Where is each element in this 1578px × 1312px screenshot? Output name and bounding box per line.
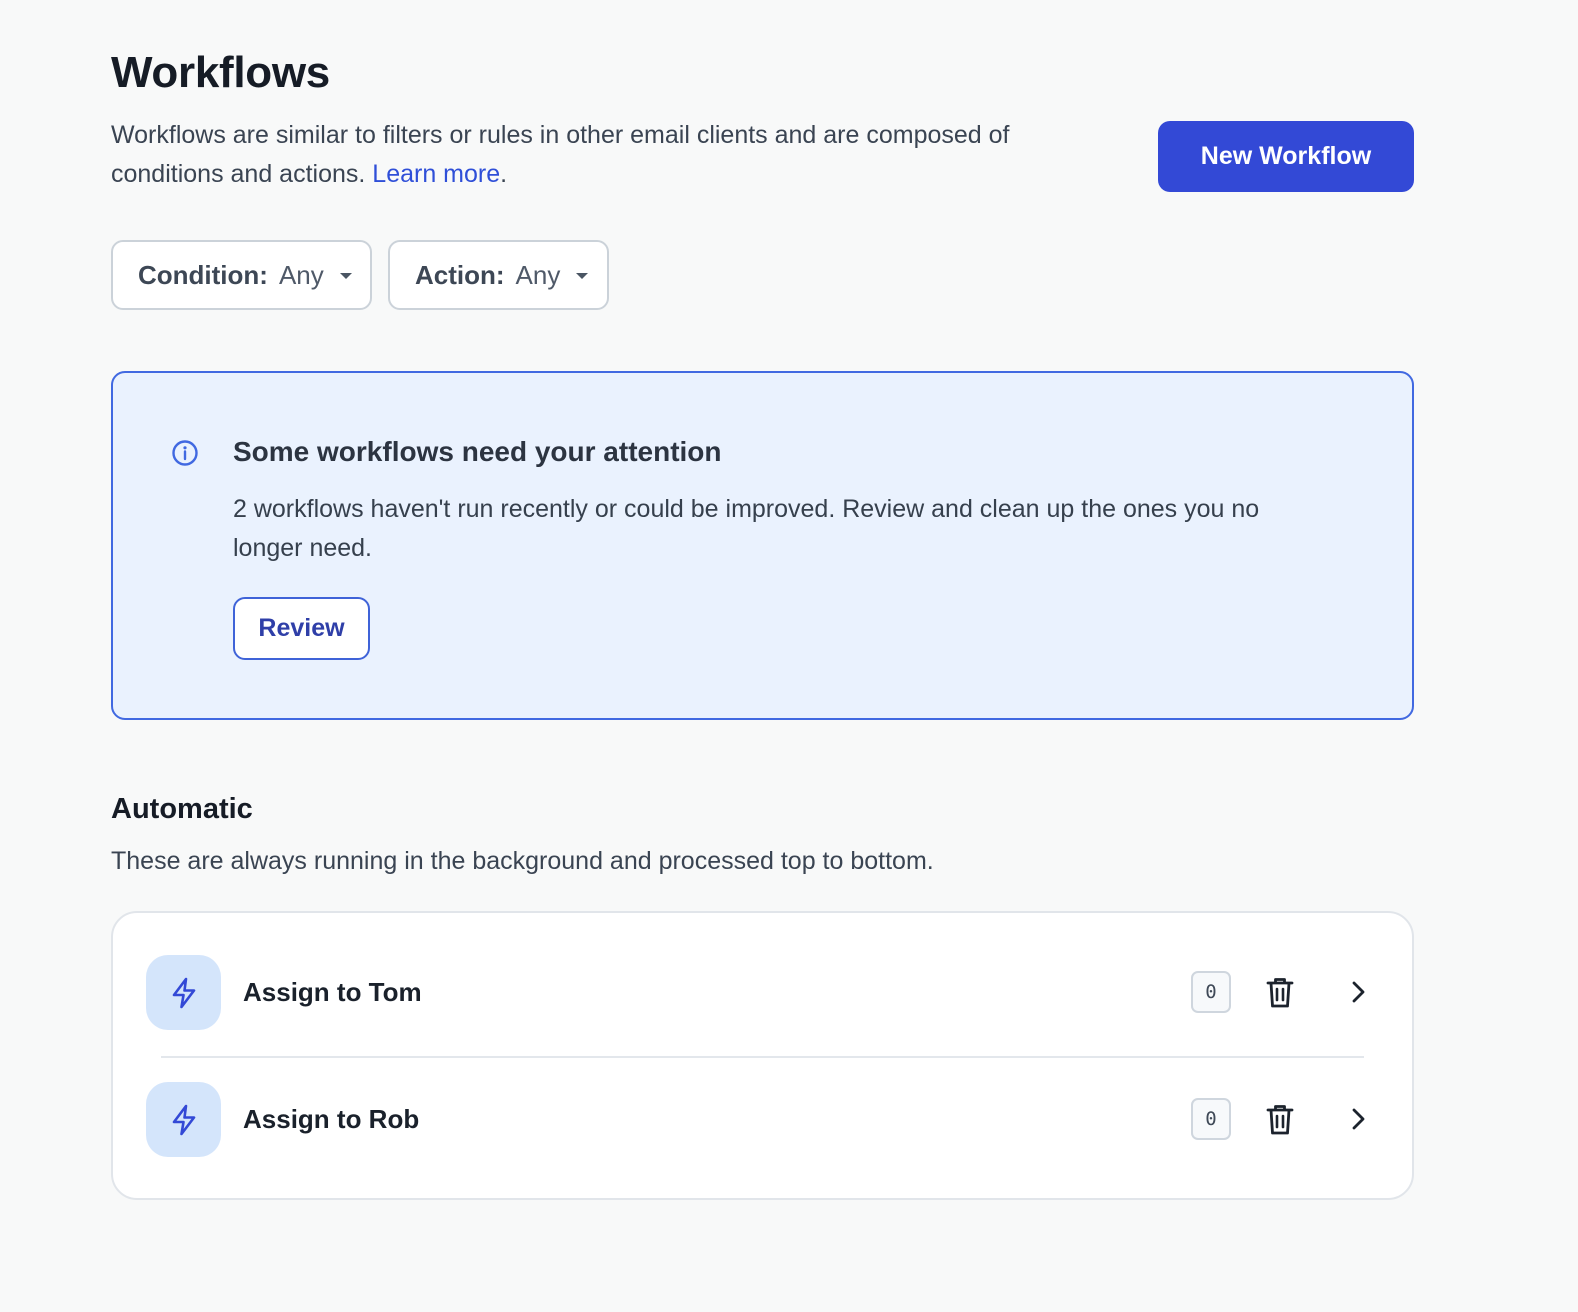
page-description-end: . [500,160,508,188]
chevron-right-icon[interactable] [1343,977,1373,1007]
lightning-bolt-icon [172,977,195,1008]
action-filter-dropdown[interactable]: Action: Any [388,240,609,310]
chevron-right-icon[interactable] [1343,1104,1373,1134]
workflow-list: Assign to Tom 0 Assign to Rob 0 [111,911,1414,1200]
condition-filter-value: Any [278,259,324,290]
page-description-text: Workflows are similar to filters or rule… [111,121,1010,188]
workflow-name: Assign to Rob [243,1104,420,1134]
automatic-section-title: Automatic [111,793,253,825]
alert-title: Some workflows need your attention [233,436,722,467]
learn-more-link[interactable]: Learn more [372,160,500,188]
attention-alert: Some workflows need your attention 2 wor… [111,371,1414,720]
new-workflow-button[interactable]: New Workflow [1158,121,1414,192]
workflow-count-badge: 0 [1191,1098,1231,1140]
condition-filter-label: Condition: [138,259,268,290]
workflow-count-badge: 0 [1191,971,1231,1013]
info-icon [172,440,198,466]
caret-down-icon [576,273,589,279]
action-filter-label: Action: [415,259,505,290]
page-description: Workflows are similar to filters or rule… [111,116,1101,194]
alert-body: 2 workflows haven't run recently or coul… [233,495,1260,562]
page-title: Workflows [111,48,330,97]
row-divider [161,1056,1364,1058]
workflow-icon-badge [146,955,221,1030]
review-button[interactable]: Review [233,597,370,660]
workflow-name: Assign to Tom [243,977,422,1007]
lightning-bolt-icon [172,1104,195,1135]
workflow-row-assign-to-rob[interactable]: Assign to Rob 0 [113,1082,1412,1162]
workflow-icon-badge [146,1082,221,1157]
workflow-row-assign-to-tom[interactable]: Assign to Tom 0 [113,955,1412,1035]
caret-down-icon [339,273,352,279]
trash-icon[interactable] [1261,973,1299,1011]
automatic-section-description: These are always running in the backgrou… [111,847,934,875]
trash-icon[interactable] [1261,1100,1299,1138]
condition-filter-dropdown[interactable]: Condition: Any [111,240,372,310]
action-filter-value: Any [515,259,561,290]
